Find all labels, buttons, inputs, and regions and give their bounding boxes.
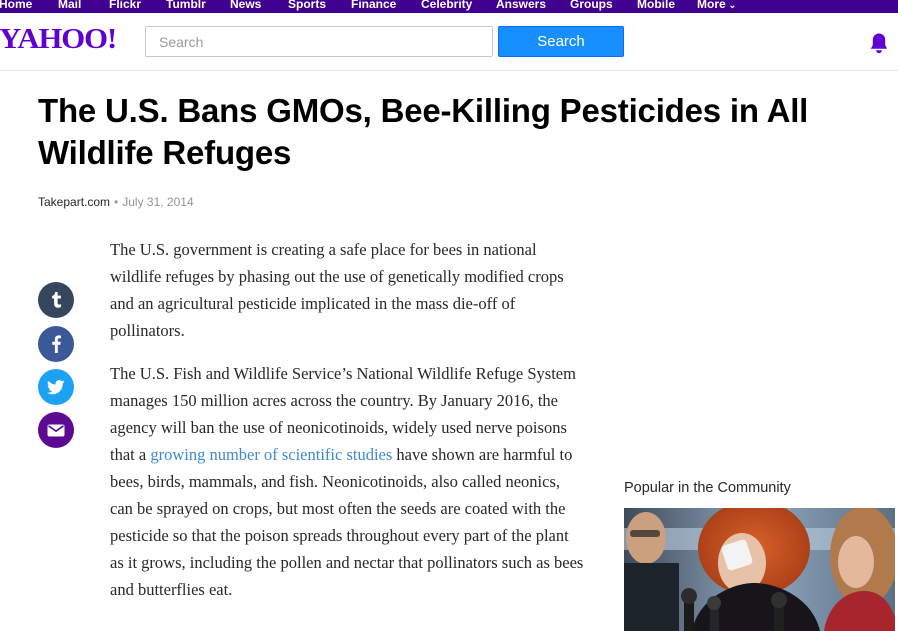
nav-mail[interactable]: Mail xyxy=(58,0,81,12)
paragraph-2-text-end: have shown are harmful to bees, birds, m… xyxy=(110,445,584,599)
tumblr-share-button[interactable] xyxy=(38,282,74,318)
tumblr-icon xyxy=(52,292,61,308)
chevron-down-icon: ⌄ xyxy=(728,0,737,10)
article-title: The U.S. Bans GMOs, Bee-Killing Pesticid… xyxy=(38,92,809,171)
twitter-icon xyxy=(47,379,65,394)
nav-mobile[interactable]: Mobile xyxy=(637,0,675,12)
facebook-icon xyxy=(52,335,61,353)
twitter-share-button[interactable] xyxy=(38,369,74,405)
article-source[interactable]: Takepart.com xyxy=(38,195,110,209)
nav-celebrity[interactable]: Celebrity xyxy=(421,0,472,12)
nav-groups[interactable]: Groups xyxy=(570,0,613,12)
article-paragraph-2: The U.S. Fish and Wildlife Service’s Nat… xyxy=(110,360,586,603)
nav-more[interactable]: More ⌄ xyxy=(697,0,736,13)
facebook-share-button[interactable] xyxy=(38,326,74,362)
header-divider xyxy=(0,70,898,71)
mail-share-button[interactable] xyxy=(38,412,74,448)
byline-separator: • xyxy=(114,195,119,209)
byline: Takepart.com • July 31, 2014 xyxy=(38,195,194,209)
nav-finance[interactable]: Finance xyxy=(351,0,396,12)
popular-story-image[interactable] xyxy=(624,508,895,631)
bell-icon[interactable] xyxy=(869,32,889,54)
nav-more-label: More xyxy=(697,0,726,11)
article-body: The U.S. government is creating a safe p… xyxy=(110,236,586,619)
nav-sports[interactable]: Sports xyxy=(288,0,326,12)
article-date: July 31, 2014 xyxy=(122,195,194,209)
scientific-studies-link[interactable]: growing number of scientific studies xyxy=(150,445,392,464)
nav-answers[interactable]: Answers xyxy=(496,0,546,12)
nav-news[interactable]: News xyxy=(230,0,261,12)
nav-home[interactable]: Home xyxy=(0,0,32,12)
top-nav-bar: Home Mail Flickr Tumblr News Sports Fina… xyxy=(0,0,898,13)
yahoo-logo[interactable]: YAHOO! xyxy=(0,22,117,56)
search-input[interactable] xyxy=(145,26,493,57)
article-paragraph-1: The U.S. government is creating a safe p… xyxy=(110,240,564,340)
search-button[interactable]: Search xyxy=(498,26,624,57)
popular-in-community-heading: Popular in the Community xyxy=(624,480,791,496)
mail-icon xyxy=(47,424,65,436)
nav-tumblr[interactable]: Tumblr xyxy=(166,0,206,12)
nav-flickr[interactable]: Flickr xyxy=(109,0,141,12)
